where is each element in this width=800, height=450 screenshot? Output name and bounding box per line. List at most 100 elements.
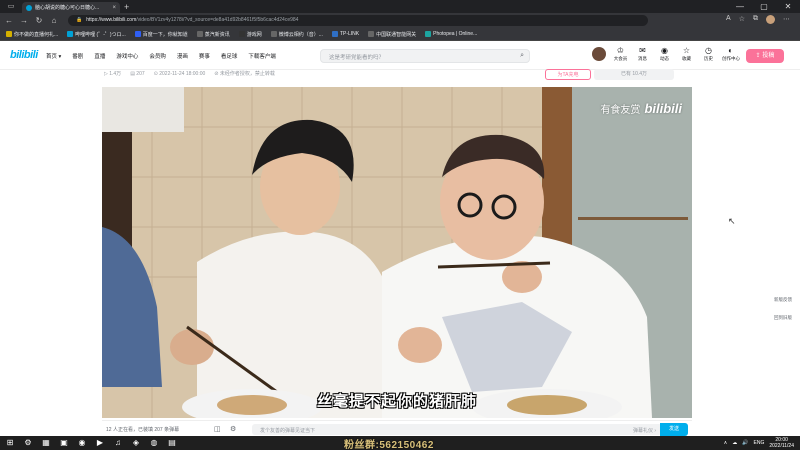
bilibili-logo[interactable]: bilibili (10, 49, 38, 61)
nav-item[interactable]: 漫画 (177, 52, 188, 60)
nav-item[interactable]: 会员购 (149, 52, 166, 60)
network-icon[interactable]: ☁ (732, 440, 737, 446)
close-window-button[interactable]: ✕ (776, 0, 800, 13)
reload-button[interactable]: ↻ (33, 16, 45, 25)
clock[interactable]: 20:00 2022/11/24 (769, 437, 794, 449)
bookmark-favicon-icon (6, 31, 12, 37)
bookmark-favicon-icon (425, 31, 432, 37)
nav-item[interactable]: 看足球 (221, 52, 238, 60)
home-button[interactable]: ⌂ (48, 16, 60, 25)
browser-tab[interactable]: 脑心胡说的糖心可心日糖心... × (22, 2, 120, 13)
taskbar-app-icon[interactable]: ♫ (112, 437, 124, 449)
url-field[interactable]: 🔒 https://www.bilibili.com/video/BV1zv4y1… (68, 15, 648, 26)
bookmark-label: Photopea | Online... (433, 31, 478, 37)
charge-button[interactable]: 为TA充电 (545, 69, 591, 80)
danmaku-etiquette-link[interactable]: 弹幕礼仪 › (633, 427, 656, 434)
forward-button[interactable]: → (18, 16, 30, 25)
header-icon-label: 动态 (660, 56, 669, 61)
bookmark-item[interactable]: 微博云相约（音）... (270, 31, 323, 38)
bookmark-item[interactable]: 你不做的直播何礼... (6, 31, 58, 38)
nav-item[interactable]: 赛事 (199, 52, 210, 60)
danmaku-toggle-icon[interactable]: ◫ (214, 425, 221, 433)
taskbar-app-icon[interactable]: ⚙ (22, 437, 34, 449)
taskbar-app-icon[interactable]: ◍ (148, 437, 160, 449)
bookmark-label: 百度一下，你就知道 (142, 31, 188, 38)
mouse-cursor-icon: ↖ (728, 216, 736, 226)
user-avatar[interactable] (592, 47, 606, 61)
taskbar-app-icon[interactable]: ▣ (58, 437, 70, 449)
tray-expand-icon[interactable]: ∧ (724, 440, 728, 446)
view-count: ▷ 1.4万 (104, 71, 122, 77)
header-icon-button[interactable]: ✉ 消息 (634, 46, 651, 62)
taskbar-app-icon[interactable]: ▶ (94, 437, 106, 449)
bookmark-item[interactable]: 百度一下，你就知道 (134, 31, 188, 38)
tab-title: 脑心胡说的糖心可心日糖心... (35, 5, 100, 11)
send-danmaku-button[interactable]: 发送 (660, 423, 688, 436)
taskbar-app-icon[interactable]: ⊞ (4, 437, 16, 449)
bookmark-favicon-icon (270, 31, 277, 37)
danmaku-input[interactable]: 发个友善的弹幕见证当下 弹幕礼仪 › (252, 424, 662, 435)
video-watermark: 有食友赏 bilibili (600, 101, 682, 116)
header-icon-button[interactable]: ♔ 大会员 (612, 46, 629, 62)
site-nav: 首页 ▾ 番剧 直播 游戏中心 会员购 漫画 赛事 看足球 下载客户端 (46, 52, 276, 60)
header-icon-button[interactable]: ◐ 创作中心 (722, 46, 740, 62)
bookmark-favicon-icon (134, 31, 141, 37)
video-player[interactable]: 有食友赏 bilibili 丝毫提不起你的猪肝肺 (102, 87, 692, 418)
taskbar-app-icon[interactable]: ▦ (40, 437, 52, 449)
new-tab-button[interactable]: + (124, 2, 129, 12)
bookmark-item[interactable]: 蒸汽新资讯 (196, 31, 230, 38)
danmaku-bar: 12 人正在看，已装填 207 条弹幕 ◫ ⚙ 发个友善的弹幕见证当下 弹幕礼仪… (102, 420, 692, 436)
maximize-button[interactable]: ▢ (752, 0, 776, 13)
taskbar-apps: ⊞ ⚙ ▦ ▣ ◉ ▶ ♫ ◈ ◍ ▤ (4, 437, 178, 449)
header-icon-button[interactable]: ◷ 历史 (700, 46, 717, 62)
bookmark-label: 你不做的直播何礼... (14, 31, 59, 38)
nav-item[interactable]: 番剧 (72, 52, 83, 60)
bookmark-label: 哔哩哔哩 (゜-゜)つロ... (75, 31, 126, 38)
nav-item[interactable]: 直播 (94, 52, 105, 60)
follow-count-button[interactable]: 已有 10.4万 (594, 69, 674, 80)
tab-actions-icon[interactable]: ▭ (6, 2, 16, 12)
volume-icon[interactable]: 🔊 (742, 440, 748, 446)
back-button[interactable]: ← (3, 16, 15, 25)
bookmarks-bar: 你不做的直播何礼... 哔哩哔哩 (゜-゜)つロ... 百度一下，你就知道 蒸汽新资讯… (0, 28, 800, 41)
tab-close-icon[interactable]: × (112, 5, 116, 11)
nav-item[interactable]: 首页 ▾ (46, 52, 61, 60)
read-aloud-icon[interactable]: A (726, 15, 731, 24)
old-version-link[interactable]: 回到旧版 (774, 315, 792, 321)
nav-item[interactable]: 下载客户端 (248, 52, 276, 60)
feedback-link[interactable]: 新版反馈 (774, 297, 792, 303)
taskbar-app-icon[interactable]: ◉ (76, 437, 88, 449)
profile-avatar[interactable] (766, 15, 775, 24)
bookmark-label: 游戏网 (246, 31, 262, 38)
browser-menu-icon[interactable]: ⋯ (783, 15, 790, 24)
minimize-button[interactable]: — (728, 0, 752, 13)
bookmark-item[interactable]: 游戏网 (238, 31, 262, 38)
bookmark-item[interactable]: TP-LINK (331, 31, 359, 37)
search-icon[interactable]: ⌕ (520, 52, 524, 60)
input-language[interactable]: ENG (754, 440, 765, 446)
url-path: /video/BV1zv4y1278i/?vd_source=de8a41d92… (136, 17, 299, 23)
header-icon-button[interactable]: ◉ 动态 (656, 46, 673, 62)
favorite-star-icon[interactable]: ☆ (739, 15, 745, 24)
search-input[interactable]: 这是考研党能看的吗？ (329, 53, 384, 61)
bookmark-item[interactable]: 哔哩哔哩 (゜-゜)つロ... (67, 31, 126, 38)
no-reprint-notice: ⊘ 未经作者授权，禁止转载 (214, 71, 275, 77)
publish-date: ⊙ 2022-11-24 18:00:00 (153, 70, 206, 77)
lock-icon: 🔒 (76, 17, 83, 23)
windows-taskbar: ⊞ ⚙ ▦ ▣ ◉ ▶ ♫ ◈ ◍ ▤ 粉丝群:562150462 ∧ ☁ 🔊 ENG 20:00… (0, 436, 800, 450)
header-icon-label: 创作中心 (722, 56, 740, 61)
watermark-logo: bilibili (644, 101, 682, 116)
url-host: https://www.bilibili.com (86, 17, 137, 23)
taskbar-app-icon[interactable]: ▤ (166, 437, 178, 449)
bookmark-item[interactable]: 中国联通智能网关 (368, 31, 416, 38)
search-box[interactable]: 这是考研党能看的吗？ ⌕ (320, 49, 530, 63)
taskbar-app-icon[interactable]: ◈ (130, 437, 142, 449)
bookmark-item[interactable]: Photopea | Online... (425, 31, 477, 37)
header-icon-group: ♔ 大会员 ✉ 消息 ◉ 动态 ☆ 收藏 ◷ 历史 ◐ 创作中心 (612, 46, 740, 62)
upload-button[interactable]: ⇪ 投稿 (746, 49, 784, 63)
video-frame (102, 87, 692, 418)
danmaku-settings-icon[interactable]: ⚙ (230, 425, 236, 433)
header-icon-button[interactable]: ☆ 收藏 (678, 46, 695, 62)
collections-icon[interactable]: ⧉ (753, 15, 758, 24)
nav-item[interactable]: 游戏中心 (116, 52, 138, 60)
